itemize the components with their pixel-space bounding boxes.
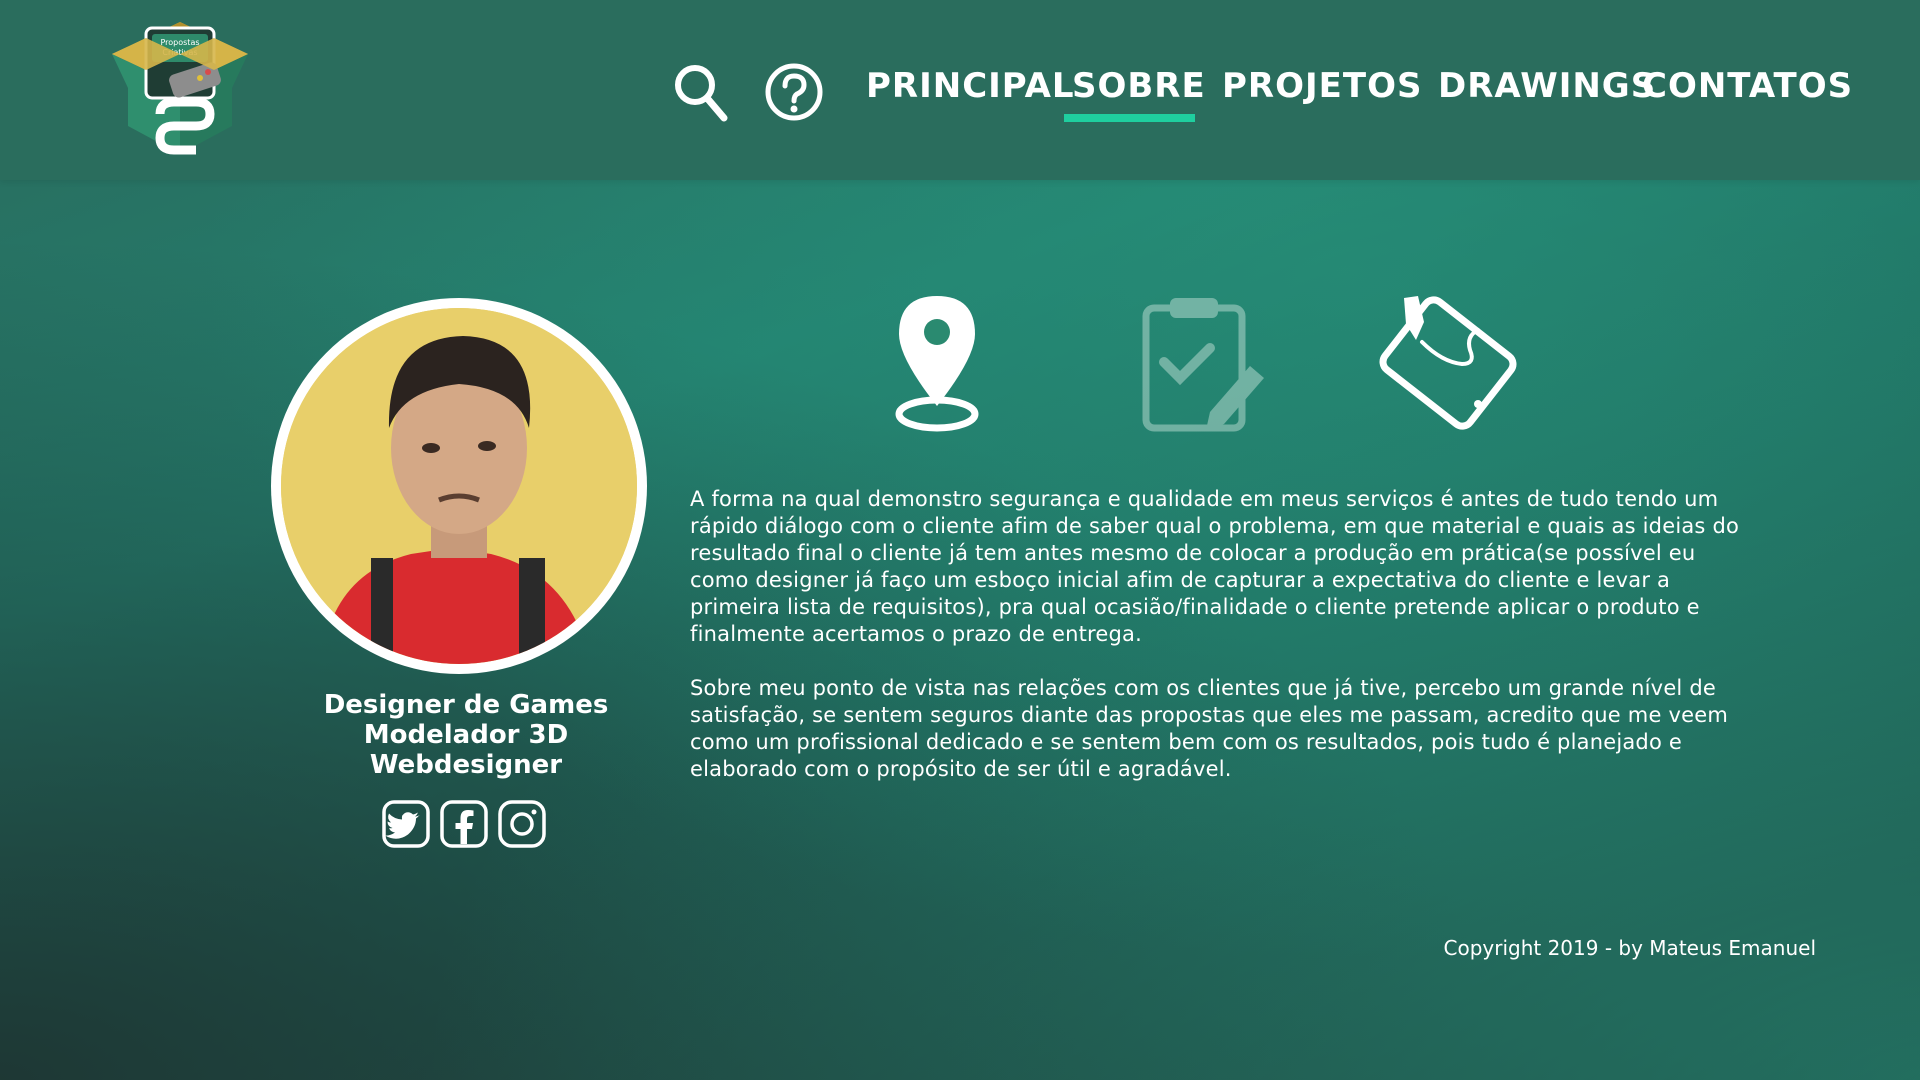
- nav-item-projetos[interactable]: PROJETOS: [1222, 66, 1422, 106]
- copyright: Copyright 2019 - by Mateus Emanuel: [1443, 936, 1817, 960]
- about-paragraph: Sobre meu ponto de vista nas relações co…: [690, 676, 1728, 781]
- header: Propostas Criativas PRINCIPAL SOBRE PROJ…: [0, 0, 1920, 180]
- profile-photo: [281, 308, 637, 664]
- logo[interactable]: Propostas Criativas: [98, 14, 262, 158]
- role-line: Designer de Games: [323, 690, 609, 720]
- profile-roles: Designer de Games Modelador 3D Webdesign…: [271, 690, 661, 780]
- active-indicator: [1064, 114, 1195, 122]
- avatar: [271, 298, 647, 674]
- role-line: Modelador 3D: [363, 720, 569, 750]
- tablet-pen-icon: [1379, 296, 1517, 430]
- social-links: [382, 800, 546, 852]
- twitter-icon[interactable]: [382, 800, 430, 848]
- about-text: A forma na qual demonstro segurança e qu…: [690, 486, 1740, 810]
- nav-item-contatos[interactable]: CONTATOS: [1642, 66, 1853, 106]
- search-icon[interactable]: [672, 62, 728, 122]
- role-line: Webdesigner: [369, 750, 563, 780]
- nav-item-principal[interactable]: PRINCIPAL: [866, 66, 1075, 106]
- logo-text-1: Propostas: [160, 38, 199, 47]
- nav-item-drawings[interactable]: DRAWINGS: [1438, 66, 1656, 106]
- instagram-icon[interactable]: [498, 800, 546, 848]
- checklist-icon: [1142, 298, 1264, 432]
- nav-item-sobre[interactable]: SOBRE: [1072, 66, 1206, 106]
- location-pin-icon: [895, 296, 979, 432]
- help-icon[interactable]: [764, 62, 824, 122]
- about-paragraph: A forma na qual demonstro segurança e qu…: [690, 487, 1740, 646]
- facebook-icon[interactable]: [440, 800, 488, 848]
